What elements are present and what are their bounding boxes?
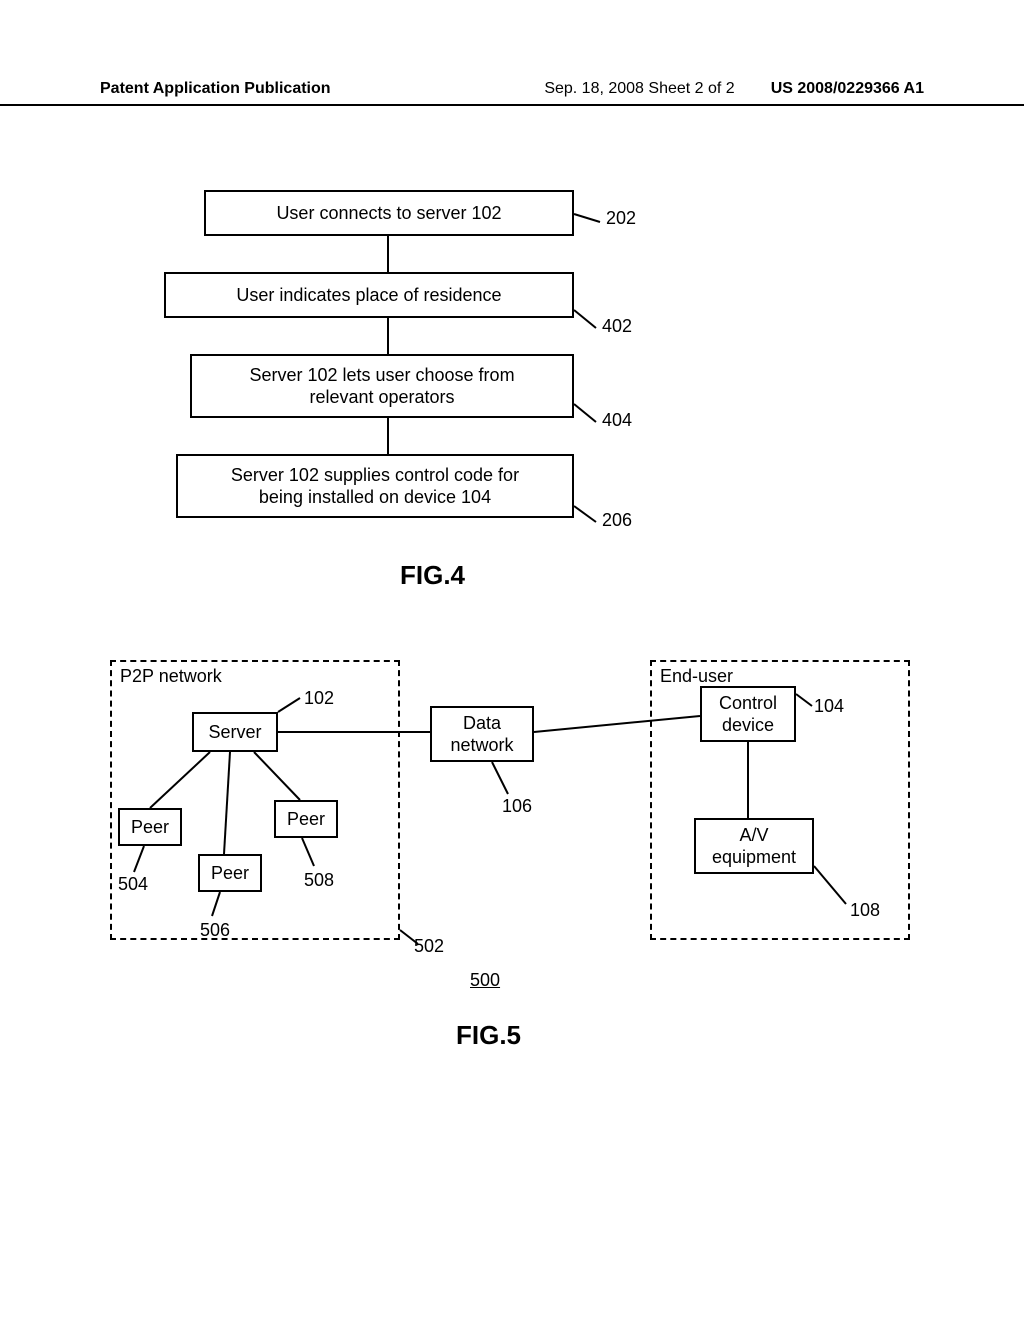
fig5-title: FIG.5 — [456, 1020, 521, 1051]
system-ref: 500 — [470, 970, 500, 991]
peer-b-label: Peer — [211, 862, 249, 885]
flow-step-3-ref: 404 — [602, 410, 632, 431]
server-label: Server — [208, 721, 261, 744]
flow-step-4-ref: 206 — [602, 510, 632, 531]
p2p-ref: 502 — [414, 936, 444, 957]
peer-a-label: Peer — [131, 816, 169, 839]
flow-step-3: Server 102 lets user choose from relevan… — [190, 354, 574, 418]
control-device-ref: 104 — [814, 696, 844, 717]
flow-step-2-ref: 402 — [602, 316, 632, 337]
flow-step-1-ref: 202 — [606, 208, 636, 229]
p2p-network-label: P2P network — [120, 666, 222, 687]
peer-c-ref: 508 — [304, 870, 334, 891]
peer-c-box: Peer — [274, 800, 338, 838]
fig4-title: FIG.4 — [400, 560, 465, 591]
flow-step-2-text: User indicates place of residence — [236, 284, 501, 307]
peer-a-ref: 504 — [118, 874, 148, 895]
data-network-label: Data network — [450, 712, 513, 757]
peer-a-box: Peer — [118, 808, 182, 846]
server-box: Server — [192, 712, 278, 752]
diagram-canvas: User connects to server 102 202 User ind… — [0, 0, 1024, 1320]
server-ref: 102 — [304, 688, 334, 709]
enduser-label: End-user — [660, 666, 733, 687]
av-equipment-label: A/V equipment — [712, 824, 796, 869]
flow-step-4-text: Server 102 supplies control code for bei… — [231, 464, 519, 509]
av-equipment-box: A/V equipment — [694, 818, 814, 874]
page: Patent Application Publication Sep. 18, … — [0, 0, 1024, 1320]
peer-c-label: Peer — [287, 808, 325, 831]
av-equipment-ref: 108 — [850, 900, 880, 921]
flow-step-2: User indicates place of residence — [164, 272, 574, 318]
flow-step-4: Server 102 supplies control code for bei… — [176, 454, 574, 518]
control-device-box: Control device — [700, 686, 796, 742]
peer-b-ref: 506 — [200, 920, 230, 941]
data-network-ref: 106 — [502, 796, 532, 817]
data-network-box: Data network — [430, 706, 534, 762]
flow-step-1-text: User connects to server 102 — [276, 202, 501, 225]
control-device-label: Control device — [719, 692, 777, 737]
peer-b-box: Peer — [198, 854, 262, 892]
flow-step-3-text: Server 102 lets user choose from relevan… — [249, 364, 514, 409]
p2p-network-box — [110, 660, 400, 940]
flow-step-1: User connects to server 102 — [204, 190, 574, 236]
